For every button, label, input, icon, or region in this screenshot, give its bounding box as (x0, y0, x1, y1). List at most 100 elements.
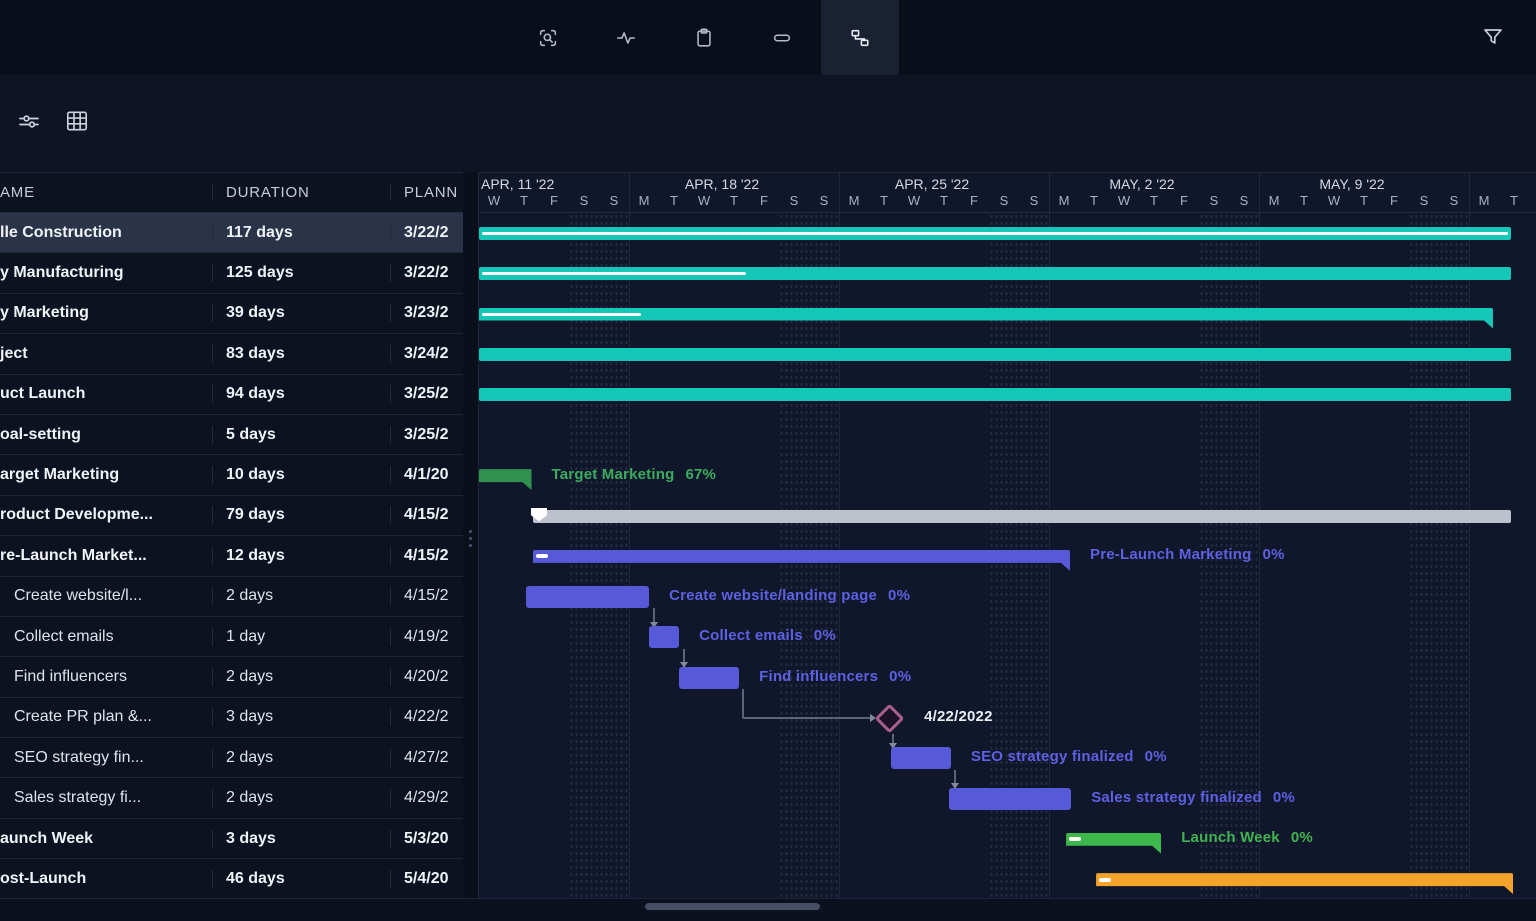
task-planned-cell[interactable]: 3/24/2 (390, 345, 463, 363)
gantt-bar[interactable] (479, 267, 1511, 280)
gantt-bar[interactable] (479, 227, 1511, 240)
task-duration-cell[interactable]: 10 days (212, 466, 390, 484)
task-planned-cell[interactable]: 3/25/2 (390, 426, 463, 444)
table-grid-icon[interactable] (54, 98, 100, 144)
gantt-bar[interactable] (479, 308, 1493, 329)
table-row[interactable]: Sales strategy fi...2 days4/29/2 (0, 778, 463, 818)
task-name-cell[interactable]: Create website/l... (0, 587, 212, 605)
start-marker[interactable] (531, 508, 547, 522)
table-row[interactable]: Create website/l...2 days4/15/2 (0, 577, 463, 617)
task-planned-cell[interactable]: 5/3/20 (390, 830, 463, 848)
table-row[interactable]: arget Marketing10 days4/1/20 (0, 455, 463, 495)
task-name-cell[interactable]: Collect emails (0, 628, 212, 646)
task-planned-cell[interactable]: 4/19/2 (390, 628, 463, 646)
column-header-duration[interactable]: DURATION (212, 184, 390, 201)
gantt-bar[interactable] (1066, 833, 1161, 854)
task-name-cell[interactable]: re-Launch Market... (0, 547, 212, 565)
pill-icon[interactable] (743, 0, 821, 75)
task-name-cell[interactable]: y Marketing (0, 304, 212, 322)
task-duration-cell[interactable]: 83 days (212, 345, 390, 363)
task-planned-cell[interactable]: 3/22/2 (390, 264, 463, 282)
gantt-bar[interactable] (891, 747, 951, 769)
table-row[interactable]: Collect emails1 day4/19/2 (0, 617, 463, 657)
gantt-bar[interactable] (533, 510, 1511, 523)
table-row[interactable]: aunch Week3 days5/3/20 (0, 819, 463, 859)
view-settings-icon[interactable] (6, 98, 52, 144)
task-name-cell[interactable]: ost-Launch (0, 870, 212, 888)
table-row[interactable]: ost-Launch46 days5/4/20 (0, 859, 463, 899)
task-planned-cell[interactable]: 5/4/20 (390, 870, 463, 888)
task-duration-cell[interactable]: 2 days (212, 789, 390, 807)
hierarchy-icon[interactable] (821, 0, 899, 75)
task-duration-cell[interactable]: 79 days (212, 506, 390, 524)
task-duration-cell[interactable]: 5 days (212, 426, 390, 444)
task-name-cell[interactable]: y Manufacturing (0, 264, 212, 282)
task-name-cell[interactable]: Find influencers (0, 668, 212, 686)
task-name-cell[interactable]: roduct Developme... (0, 506, 212, 524)
task-duration-cell[interactable]: 39 days (212, 304, 390, 322)
task-planned-cell[interactable]: 3/22/2 (390, 224, 463, 242)
table-row[interactable]: re-Launch Market...12 days4/15/2 (0, 536, 463, 576)
table-row[interactable]: y Manufacturing125 days3/22/2 (0, 253, 463, 293)
task-duration-cell[interactable]: 94 days (212, 385, 390, 403)
filter-icon[interactable] (1470, 14, 1516, 60)
gantt-bar[interactable] (949, 788, 1071, 810)
task-planned-cell[interactable]: 4/15/2 (390, 506, 463, 524)
task-duration-cell[interactable]: 2 days (212, 749, 390, 767)
week-gridline (1469, 173, 1470, 899)
task-name-cell[interactable]: oal-setting (0, 426, 212, 444)
task-duration-cell[interactable]: 2 days (212, 587, 390, 605)
table-row[interactable]: y Marketing39 days3/23/2 (0, 294, 463, 334)
table-row[interactable]: oal-setting5 days3/25/2 (0, 415, 463, 455)
gantt-bar[interactable] (479, 348, 1511, 361)
gantt-bar[interactable] (526, 586, 649, 608)
task-name-cell[interactable]: lle Construction (0, 224, 212, 242)
gantt-bar[interactable] (649, 626, 679, 648)
task-duration-cell[interactable]: 125 days (212, 264, 390, 282)
task-planned-cell[interactable]: 3/25/2 (390, 385, 463, 403)
task-planned-cell[interactable]: 4/15/2 (390, 587, 463, 605)
task-planned-cell[interactable]: 4/20/2 (390, 668, 463, 686)
table-row[interactable]: ject83 days3/24/2 (0, 334, 463, 374)
table-row[interactable]: Create PR plan &...3 days4/22/2 (0, 698, 463, 738)
task-duration-cell[interactable]: 1 day (212, 628, 390, 646)
task-name-cell[interactable]: arget Marketing (0, 466, 212, 484)
column-header-planned[interactable]: PLANN (390, 184, 463, 201)
panel-resize-handle[interactable] (463, 172, 478, 899)
table-row[interactable]: Find influencers2 days4/20/2 (0, 657, 463, 697)
task-name-cell[interactable]: aunch Week (0, 830, 212, 848)
task-planned-cell[interactable]: 4/22/2 (390, 708, 463, 726)
horizontal-scrollbar[interactable] (645, 903, 820, 910)
table-row[interactable]: uct Launch94 days3/25/2 (0, 375, 463, 415)
task-planned-cell[interactable]: 4/15/2 (390, 547, 463, 565)
task-name-cell[interactable]: SEO strategy fin... (0, 749, 212, 767)
table-row[interactable]: lle Construction117 days3/22/2 (0, 213, 463, 253)
task-name-cell[interactable]: uct Launch (0, 385, 212, 403)
column-header-name[interactable]: AME (0, 184, 212, 201)
gantt-bar[interactable] (479, 388, 1511, 401)
gantt-bar[interactable] (679, 667, 739, 689)
task-duration-cell[interactable]: 2 days (212, 668, 390, 686)
task-name-cell[interactable]: Sales strategy fi... (0, 789, 212, 807)
task-planned-cell[interactable]: 3/23/2 (390, 304, 463, 322)
table-row[interactable]: SEO strategy fin...2 days4/27/2 (0, 738, 463, 778)
document-search-icon[interactable] (509, 0, 587, 75)
task-name-cell[interactable]: ject (0, 345, 212, 363)
task-duration-cell[interactable]: 3 days (212, 830, 390, 848)
task-planned-cell[interactable]: 4/1/20 (390, 466, 463, 484)
task-duration-cell[interactable]: 3 days (212, 708, 390, 726)
progress-handle[interactable] (536, 554, 548, 558)
task-planned-cell[interactable]: 4/27/2 (390, 749, 463, 767)
table-row[interactable]: roduct Developme...79 days4/15/2 (0, 496, 463, 536)
activity-icon[interactable] (587, 0, 665, 75)
task-duration-cell[interactable]: 12 days (212, 547, 390, 565)
task-planned-cell[interactable]: 4/29/2 (390, 789, 463, 807)
progress-handle[interactable] (1069, 837, 1081, 841)
gantt-bar[interactable] (479, 469, 532, 490)
clipboard-icon[interactable] (665, 0, 743, 75)
task-duration-cell[interactable]: 46 days (212, 870, 390, 888)
task-name-cell[interactable]: Create PR plan &... (0, 708, 212, 726)
milestone-diamond[interactable] (874, 703, 904, 733)
progress-handle[interactable] (1099, 878, 1111, 882)
task-duration-cell[interactable]: 117 days (212, 224, 390, 242)
